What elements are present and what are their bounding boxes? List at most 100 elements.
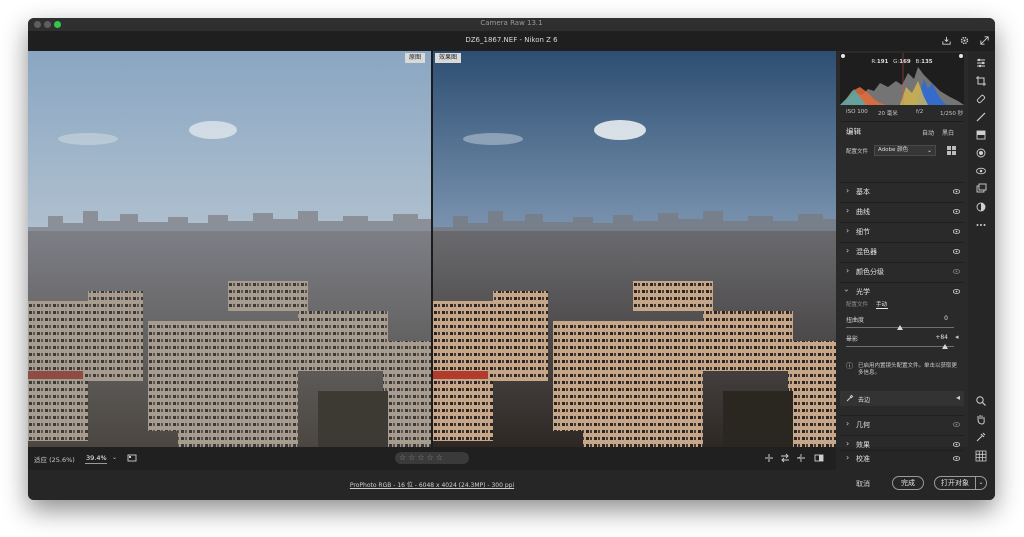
chevron-right-icon: › xyxy=(846,186,850,195)
optics-body: 配置文件 手动 扭曲度 0 晕影 +84 ◂ xyxy=(840,295,964,355)
section-curve[interactable]: › 曲线 xyxy=(840,202,964,219)
healing-brush-icon[interactable] xyxy=(975,93,987,105)
distortion-label: 扭曲度 xyxy=(846,317,865,324)
snapshots-icon[interactable] xyxy=(975,183,987,195)
done-button[interactable]: 完成 xyxy=(892,476,924,490)
chevron-right-icon: › xyxy=(846,246,850,255)
vignette-slider-knob[interactable] xyxy=(942,344,949,349)
defringe-row[interactable]: 去边 ◂ xyxy=(840,391,964,406)
divider xyxy=(840,121,964,122)
zoom-level[interactable]: 39.4% xyxy=(86,454,107,462)
eye-icon[interactable] xyxy=(953,209,960,214)
workflow-options-link[interactable]: ProPhoto RGB - 16 位 - 6048 x 4024 (24.3M… xyxy=(28,480,836,489)
chevron-right-icon: › xyxy=(846,206,850,215)
crop-icon[interactable] xyxy=(975,75,987,87)
open-options-dropdown[interactable]: ⌄ xyxy=(975,476,987,490)
gear-icon[interactable] xyxy=(959,35,970,46)
distortion-value[interactable]: 0 xyxy=(930,315,948,322)
image-preview[interactable]: 原图 效果图 xyxy=(28,51,836,447)
caret-left-icon[interactable]: ◂ xyxy=(956,393,960,402)
before-after-toggle-icon[interactable] xyxy=(814,453,824,463)
eye-icon[interactable] xyxy=(953,456,960,461)
graduated-filter-icon[interactable] xyxy=(975,129,987,141)
eye-icon[interactable] xyxy=(953,229,960,234)
section-geometry[interactable]: › 几何 xyxy=(840,415,964,432)
chevron-right-icon: › xyxy=(846,226,850,235)
eye-icon[interactable] xyxy=(953,422,960,427)
rgb-readout: R:191 G:169 B:135 xyxy=(871,59,933,65)
tab-profile[interactable]: 配置文件 xyxy=(846,300,868,308)
before-image: 原图 xyxy=(28,51,431,447)
highlight-clip-icon xyxy=(959,54,963,58)
black-white-button[interactable]: 黑白 xyxy=(942,128,954,137)
hand-tool-icon[interactable] xyxy=(975,413,987,425)
fullscreen-icon[interactable] xyxy=(979,35,990,46)
section-color-mixer[interactable]: › 混色器 xyxy=(840,242,964,259)
footer-bar: ProPhoto RGB - 16 位 - 6048 x 4024 (24.3M… xyxy=(28,470,995,500)
eye-icon[interactable] xyxy=(953,189,960,194)
window-title: Camera Raw 13.1 xyxy=(480,19,543,27)
chevron-right-icon: › xyxy=(846,453,850,462)
copy-settings-icon[interactable] xyxy=(796,453,806,463)
aperture: f/2 xyxy=(916,109,924,115)
cancel-button[interactable]: 取消 xyxy=(856,479,870,489)
section-basic[interactable]: › 基本 xyxy=(840,182,964,199)
sliders-icon[interactable] xyxy=(975,57,987,69)
save-icon[interactable] xyxy=(941,35,952,46)
histogram: R:191 G:169 B:135 xyxy=(840,53,964,105)
tab-manual[interactable]: 手动 xyxy=(876,300,887,308)
caret-left-icon[interactable]: ◂ xyxy=(955,333,959,341)
defringe-label: 去边 xyxy=(858,397,871,404)
section-color-grading[interactable]: › 颜色分级 xyxy=(840,262,964,279)
eye-icon[interactable] xyxy=(953,289,960,294)
section-calibration[interactable]: › 校准 xyxy=(840,450,964,466)
section-effects[interactable]: › 效果 xyxy=(840,435,964,449)
exif-info: ISO 100 20 毫米 f/2 1/250 秒 xyxy=(836,109,968,119)
chevron-right-icon: › xyxy=(846,266,850,275)
after-label: 效果图 xyxy=(435,53,462,63)
brush-icon[interactable] xyxy=(975,111,987,123)
presets-icon[interactable] xyxy=(975,201,987,213)
open-object-button[interactable]: 打开对象 xyxy=(934,476,976,490)
info-icon: ⓘ xyxy=(846,362,853,370)
more-icon[interactable] xyxy=(975,219,987,231)
eyedropper-icon[interactable] xyxy=(846,394,854,402)
eye-icon[interactable] xyxy=(953,269,960,274)
swap-icon[interactable] xyxy=(780,453,790,463)
chevron-right-icon: › xyxy=(846,419,850,428)
eye-icon[interactable] xyxy=(953,442,960,447)
preview-toolbar: 适应 (25.6%) 39.4% ⌄ ☆☆☆☆☆ xyxy=(28,447,836,470)
profile-label: 配置文件 xyxy=(846,149,869,155)
title-bar: Camera Raw 13.1 xyxy=(28,18,995,31)
edit-title: 编辑 xyxy=(846,127,861,136)
vignette-value[interactable]: +84 xyxy=(926,334,948,341)
zoom-dropdown-icon[interactable]: ⌄ xyxy=(112,454,117,461)
chevron-right-icon: › xyxy=(846,439,850,448)
zoom-underline xyxy=(85,463,107,464)
profile-select[interactable]: Adobe 颜色 ⌄ xyxy=(874,145,936,156)
auto-button[interactable]: 自动 xyxy=(922,128,934,137)
color-sampler-icon[interactable] xyxy=(975,431,987,443)
lens-profile-notice[interactable]: ⓘ 已启用内置镜头配置文件。单击以获取更多信息。 xyxy=(846,363,962,377)
iso-value: ISO 100 xyxy=(846,109,868,115)
after-image: 效果图 xyxy=(433,51,836,447)
zoom-tool-icon[interactable] xyxy=(975,395,987,407)
document-header: DZ6_1867.NEF - Nikon Z 6 xyxy=(28,31,995,51)
red-eye-icon[interactable] xyxy=(975,165,987,177)
file-name: DZ6_1867.NEF - Nikon Z 6 xyxy=(465,36,558,44)
eye-icon[interactable] xyxy=(953,249,960,254)
vignette-slider-track[interactable] xyxy=(846,346,954,347)
grid-icon[interactable] xyxy=(975,450,987,462)
camera-raw-window: Camera Raw 13.1 DZ6_1867.NEF - Nikon Z 6 xyxy=(28,18,995,500)
shadow-clip-icon xyxy=(841,54,845,58)
section-detail[interactable]: › 细节 xyxy=(840,222,964,239)
star-rating[interactable]: ☆☆☆☆☆ xyxy=(395,452,469,464)
compare-view-icon[interactable] xyxy=(764,453,774,463)
focal-length: 20 毫米 xyxy=(878,111,898,117)
chevron-down-icon: ⌄ xyxy=(926,147,932,154)
fit-zoom-button[interactable]: 适应 (25.6%) xyxy=(34,454,75,464)
radial-filter-icon[interactable] xyxy=(975,147,987,159)
filmstrip-icon[interactable] xyxy=(127,453,137,463)
profile-browser-icon[interactable] xyxy=(946,145,957,156)
distortion-slider-knob[interactable] xyxy=(897,325,903,330)
